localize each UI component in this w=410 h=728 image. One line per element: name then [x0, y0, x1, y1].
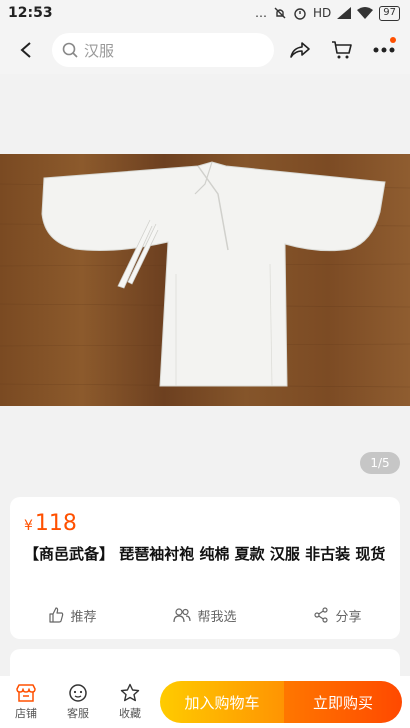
back-arrow-icon — [20, 42, 31, 58]
share-icon — [314, 607, 329, 623]
recommend-button[interactable]: 推荐 — [48, 606, 97, 625]
product-actions: 推荐 帮我选 分享 — [10, 601, 400, 629]
search-icon — [62, 42, 78, 58]
share-button[interactable] — [286, 36, 314, 64]
wifi-icon — [357, 7, 374, 19]
battery-indicator: 97 — [379, 5, 400, 21]
share-action-button[interactable]: 分享 — [313, 606, 362, 625]
signal-icon — [337, 7, 352, 19]
help-choose-label: 帮我选 — [197, 609, 237, 625]
search-placeholder: 汉服 — [84, 41, 115, 60]
store-tab[interactable]: 店铺 — [0, 683, 52, 721]
help-choose-button[interactable]: 帮我选 — [173, 606, 237, 625]
hanfu-garment-illustration — [0, 161, 410, 388]
add-to-cart-button[interactable]: 加入购物车 — [160, 681, 284, 723]
status-time: 12:53 — [8, 5, 53, 21]
share-label: 分享 — [335, 609, 362, 625]
favorite-tab[interactable]: 收藏 — [104, 683, 156, 721]
thumbs-up-icon — [49, 607, 64, 623]
star-icon — [120, 683, 140, 702]
favorite-label: 收藏 — [119, 707, 141, 720]
cart-button[interactable] — [328, 36, 356, 64]
more-dots-icon — [373, 47, 395, 53]
search-bar[interactable]: 汉服 — [52, 33, 274, 67]
status-icons: … HD 97 — [255, 5, 400, 21]
price: ¥ 118 — [24, 511, 77, 536]
notification-icons: … — [255, 6, 267, 20]
share-arrow-icon — [290, 42, 310, 58]
customer-service-tab[interactable]: 客服 — [52, 683, 104, 721]
buy-now-button[interactable]: 立即购买 — [284, 681, 402, 723]
chat-icon — [69, 684, 87, 702]
purchase-buttons: 加入购物车 立即购买 — [160, 681, 402, 723]
notification-dot — [390, 37, 396, 43]
more-button[interactable] — [370, 36, 398, 64]
mute-icon — [274, 7, 286, 19]
price-value: 118 — [34, 511, 77, 536]
store-icon — [16, 684, 36, 702]
nav-bar: 汉服 — [0, 26, 410, 74]
product-title: 【商邑武备】 琵琶袖衬袍 纯棉 夏款 汉服 非古装 现货 — [24, 545, 386, 563]
status-bar: 12:53 … HD 97 — [0, 0, 410, 26]
network-label: HD — [313, 6, 332, 20]
bottom-action-bar: 店铺 客服 收藏 加入购物车 立即购买 — [0, 676, 410, 728]
product-image — [0, 154, 410, 406]
people-icon — [173, 608, 192, 623]
image-page-indicator: 1/5 — [360, 452, 400, 474]
back-button[interactable] — [6, 26, 46, 74]
product-gallery[interactable]: 1/5 — [0, 74, 410, 486]
recommend-label: 推荐 — [70, 609, 97, 625]
alarm-icon — [294, 8, 306, 20]
cart-icon — [332, 41, 352, 59]
product-info-card: ¥ 118 【商邑武备】 琵琶袖衬袍 纯棉 夏款 汉服 非古装 现货 推荐 帮我… — [10, 497, 400, 639]
nav-actions — [286, 36, 398, 64]
price-currency: ¥ — [24, 518, 33, 534]
customer-service-label: 客服 — [67, 707, 89, 720]
store-label: 店铺 — [15, 707, 37, 720]
